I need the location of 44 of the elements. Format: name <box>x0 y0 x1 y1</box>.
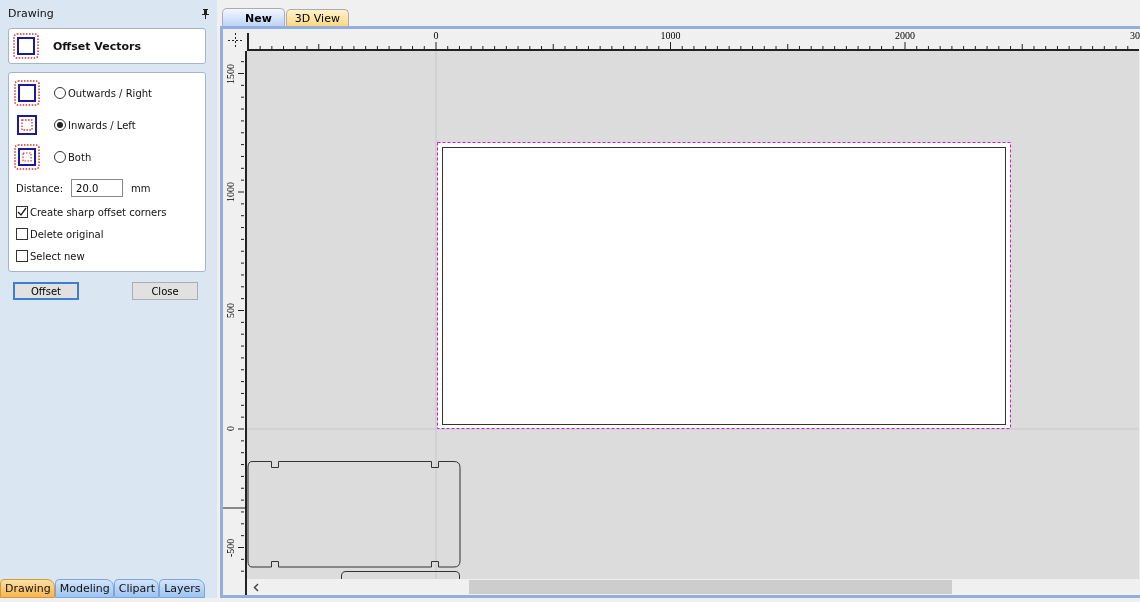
dialog-button[interactable]: Offset <box>13 282 79 300</box>
distance-field[interactable]: 20.0 <box>71 179 124 197</box>
radio-label: Both <box>68 151 92 163</box>
direction-radio[interactable]: Both <box>54 151 92 163</box>
rounded-shape[interactable] <box>341 571 460 579</box>
radio-button[interactable] <box>54 87 66 99</box>
unit-label: mm <box>131 182 151 194</box>
checkbox-label: Create sharp offset corners <box>30 206 167 218</box>
ruler-label: 0 <box>225 425 236 434</box>
checkbox-label: Select new <box>30 250 85 262</box>
distance-label: Distance: <box>16 182 64 194</box>
crosshair-icon[interactable] <box>227 32 243 48</box>
document-tab[interactable]: New <box>222 8 285 26</box>
ruler-label: 1000 <box>660 30 681 41</box>
pin-icon[interactable] <box>202 8 209 19</box>
ruler-label: 500 <box>225 302 236 320</box>
direction-radio[interactable]: Inwards / Left <box>54 119 136 131</box>
ruler-label: 2000 <box>895 30 915 41</box>
panel-title: Drawing <box>8 7 54 20</box>
checkbox[interactable] <box>16 250 28 262</box>
panel-tab[interactable]: Clipart <box>113 579 160 598</box>
ruler-label: -500 <box>225 537 236 559</box>
scroll-left-icon[interactable] <box>253 582 259 592</box>
radio-button[interactable] <box>54 151 66 163</box>
offset-outwards-icon <box>14 80 40 106</box>
offset-both-icon <box>14 144 40 170</box>
panel-tab[interactable]: Layers <box>159 579 205 598</box>
ruler-label: 30 <box>1130 30 1140 41</box>
scrollbar-thumb[interactable] <box>469 580 952 594</box>
ruler-label: 1500 <box>225 62 236 86</box>
tool-title: Offset Vectors <box>53 39 142 53</box>
dialog-button[interactable]: Close <box>132 282 198 300</box>
radio-label: Inwards / Left <box>68 119 136 131</box>
ruler-label: 1000 <box>225 181 236 204</box>
radio-button[interactable] <box>54 119 66 131</box>
checkbox-label: Delete original <box>30 228 104 240</box>
offset-inwards-icon <box>14 112 40 138</box>
panel-tab[interactable]: Drawing <box>0 579 55 598</box>
checkbox[interactable] <box>16 228 28 240</box>
ruler-label: 0 <box>433 30 439 41</box>
panel-tab[interactable]: Modeling <box>54 579 114 598</box>
document-tab[interactable]: 3D View <box>285 9 349 26</box>
offset-vectors-icon <box>13 33 39 59</box>
checkbox[interactable] <box>16 206 28 218</box>
